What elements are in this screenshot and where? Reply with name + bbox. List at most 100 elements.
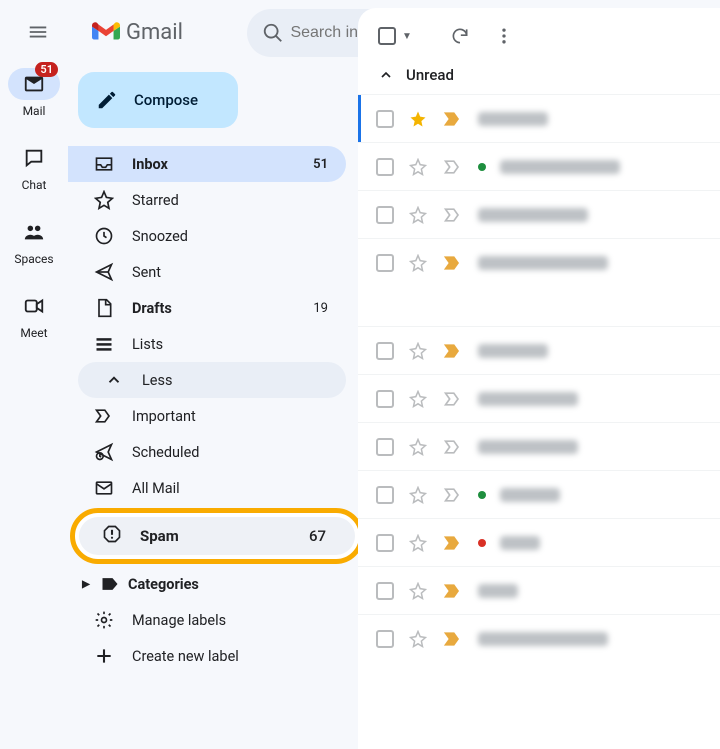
row-star[interactable] — [408, 158, 428, 176]
inbox-icon — [94, 154, 114, 174]
row-checkbox[interactable] — [376, 110, 394, 128]
row-star[interactable] — [408, 534, 428, 552]
select-all-dropdown[interactable]: ▼ — [402, 31, 412, 42]
row-importance[interactable] — [442, 437, 464, 457]
nav-spam-label: Spam — [140, 527, 179, 545]
row-star[interactable] — [408, 206, 428, 224]
section-unread[interactable]: Unread — [358, 60, 720, 94]
mail-row[interactable] — [358, 142, 720, 190]
row-checkbox[interactable] — [376, 390, 394, 408]
row-checkbox[interactable] — [376, 582, 394, 600]
row-star[interactable] — [408, 438, 428, 456]
refresh-button[interactable] — [440, 26, 480, 46]
expand-caret-icon: ▶ — [80, 579, 92, 590]
row-star[interactable] — [408, 254, 428, 272]
nav-less[interactable]: Less — [78, 362, 346, 398]
row-importance[interactable] — [442, 581, 464, 601]
row-importance[interactable] — [442, 533, 464, 553]
mail-row[interactable] — [358, 190, 720, 238]
app-rail: 51 Mail Chat Spaces Meet — [0, 64, 68, 749]
nav-spam-count: 67 — [309, 527, 358, 545]
row-star[interactable] — [408, 110, 428, 128]
chat-icon — [23, 147, 45, 169]
gear-icon — [94, 610, 114, 630]
nav-inbox[interactable]: Inbox 51 — [68, 146, 346, 182]
more-button[interactable] — [484, 26, 524, 46]
mail-row[interactable] — [358, 566, 720, 614]
row-checkbox[interactable] — [376, 206, 394, 224]
row-sender-redacted — [478, 112, 548, 126]
nav-spam[interactable]: Spam 67 — [72, 514, 346, 558]
nav-create-label[interactable]: Create new label — [68, 638, 346, 674]
brand-name: Gmail — [126, 20, 183, 45]
nav-drafts[interactable]: Drafts 19 — [68, 290, 346, 326]
row-checkbox[interactable] — [376, 254, 394, 272]
scheduled-icon — [94, 442, 114, 462]
main-menu-button[interactable] — [14, 8, 62, 56]
mail-row[interactable] — [358, 94, 720, 142]
meet-icon — [23, 295, 45, 317]
compose-button[interactable]: Compose — [78, 72, 238, 128]
row-category-dot — [478, 491, 486, 499]
row-sender-redacted — [478, 584, 518, 598]
chevron-up-icon — [378, 67, 394, 83]
row-importance[interactable] — [442, 485, 464, 505]
rail-label-chat: Chat — [22, 178, 47, 192]
sidebar: Compose Inbox 51 Starred Snoozed Sent — [68, 64, 358, 749]
row-sender-redacted — [478, 344, 548, 358]
nav-snoozed[interactable]: Snoozed — [68, 218, 346, 254]
row-star[interactable] — [408, 486, 428, 504]
rail-item-mail[interactable]: 51 Mail — [6, 68, 62, 118]
nav-lists[interactable]: Lists — [68, 326, 346, 362]
mail-row[interactable] — [358, 614, 720, 662]
row-category-dot — [478, 163, 486, 171]
row-star[interactable] — [408, 630, 428, 648]
mail-row[interactable] — [358, 326, 720, 374]
mail-row[interactable] — [358, 422, 720, 470]
row-importance[interactable] — [442, 253, 464, 273]
row-checkbox[interactable] — [376, 438, 394, 456]
nav-inbox-count: 51 — [313, 157, 346, 172]
clock-icon — [94, 226, 114, 246]
nav-important[interactable]: Important — [68, 398, 346, 434]
row-importance[interactable] — [442, 109, 464, 129]
mail-row[interactable] — [358, 470, 720, 518]
rail-item-meet[interactable]: Meet — [6, 290, 62, 340]
mail-list-panel: ▼ Unread — [358, 8, 720, 749]
nav-categories[interactable]: ▶ Categories — [68, 566, 346, 602]
row-importance[interactable] — [442, 157, 464, 177]
row-importance[interactable] — [442, 629, 464, 649]
mail-row[interactable] — [358, 374, 720, 422]
row-sender-redacted — [478, 632, 608, 646]
nav-starred[interactable]: Starred — [68, 182, 346, 218]
nav-create-label-text: Create new label — [132, 648, 346, 665]
rail-item-chat[interactable]: Chat — [6, 142, 62, 192]
plus-icon — [94, 646, 114, 666]
row-importance[interactable] — [442, 205, 464, 225]
nav-inbox-label: Inbox — [132, 156, 295, 173]
row-checkbox[interactable] — [376, 486, 394, 504]
row-importance[interactable] — [442, 341, 464, 361]
row-importance[interactable] — [442, 389, 464, 409]
nav-manage-labels[interactable]: Manage labels — [68, 602, 346, 638]
row-checkbox[interactable] — [376, 342, 394, 360]
nav-snoozed-label: Snoozed — [132, 228, 346, 245]
nav-scheduled-label: Scheduled — [132, 444, 346, 461]
row-star[interactable] — [408, 390, 428, 408]
rail-item-spaces[interactable]: Spaces — [6, 216, 62, 266]
mail-row[interactable] — [358, 238, 720, 286]
chevron-up-icon — [104, 370, 124, 390]
nav-sent[interactable]: Sent — [68, 254, 346, 290]
row-checkbox[interactable] — [376, 158, 394, 176]
mail-badge: 51 — [35, 62, 58, 77]
nav-scheduled[interactable]: Scheduled — [68, 434, 346, 470]
row-checkbox[interactable] — [376, 630, 394, 648]
row-star[interactable] — [408, 342, 428, 360]
row-sender-redacted — [478, 208, 588, 222]
mail-row[interactable] — [358, 518, 720, 566]
row-checkbox[interactable] — [376, 534, 394, 552]
nav-allmail[interactable]: All Mail — [68, 470, 346, 506]
search-icon[interactable] — [255, 13, 290, 53]
row-star[interactable] — [408, 582, 428, 600]
select-all-checkbox[interactable] — [378, 27, 396, 45]
